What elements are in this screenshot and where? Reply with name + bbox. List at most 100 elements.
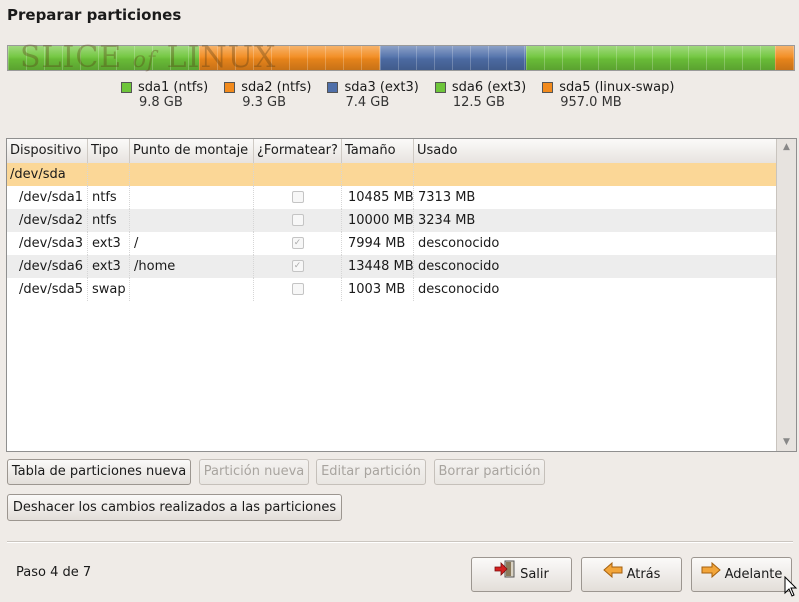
table-cell: /dev/sda3 [7,232,88,255]
legend-label: sda6 (ext3) [451,79,527,95]
table-cell: desconocido [414,278,777,301]
legend-swatch [434,81,446,93]
legend-size: 12.5 GB [452,95,505,110]
column-header[interactable]: Usado [414,139,777,163]
scroll-up-icon[interactable]: ▲ [777,139,796,156]
legend-item: sda6 (ext3) 12.5 GB [434,79,527,111]
undo-changes-button[interactable]: Deshacer los cambios realizados a las pa… [7,494,342,521]
partition-bar-segment [380,46,526,70]
partition-bar-segment [525,46,776,70]
format-checkbox[interactable] [291,191,304,203]
partition-bar [7,45,795,71]
table-cell [414,163,777,186]
table-cell: 7313 MB [414,186,777,209]
table-cell: 3234 MB [414,209,777,232]
legend-label: sda2 (ntfs) [241,79,312,95]
back-label: Atrás [626,567,661,582]
footer-separator [7,541,793,543]
legend-size: 9.3 GB [242,95,287,110]
table-cell: 1003 MB [342,278,414,301]
vertical-scrollbar[interactable]: ▲ ▼ [776,139,796,451]
step-indicator: Paso 4 de 7 [16,565,92,580]
column-header[interactable]: Punto de montaje [130,139,254,163]
table-cell: 7994 MB [342,232,414,255]
table-cell: ext3 [88,232,130,255]
column-header[interactable]: Dispositivo [7,139,88,163]
table-cell [254,209,342,232]
column-header[interactable]: ¿Formatear? [254,139,342,163]
new-partition-table-button[interactable]: Tabla de particiones nueva [7,459,191,485]
table-cell: swap [88,278,130,301]
table-row[interactable]: /dev/sda5 swap 1003 MB desconocido [7,278,777,301]
table-row-disk[interactable]: /dev/sda [7,163,777,186]
table-cell: desconocido [414,232,777,255]
column-header[interactable]: Tipo [88,139,130,163]
forward-button[interactable]: Adelante [691,557,792,592]
arrow-left-icon [602,558,623,591]
partition-bar-segment [8,46,199,70]
format-checkbox[interactable]: ✓ [291,260,304,272]
scroll-down-icon[interactable]: ▼ [777,434,796,451]
format-checkbox[interactable]: ✓ [291,237,304,249]
back-button[interactable]: Atrás [581,557,682,592]
table-body[interactable]: /dev/sda/dev/sda1 ntfs 10485 MB 7313 MB/dev… [7,163,777,301]
legend-swatch [542,81,554,93]
table-row[interactable]: /dev/sda2 ntfs 10000 MB 3234 MB [7,209,777,232]
legend-item: sda2 (ntfs) 9.3 GB [224,79,311,111]
table-cell: 10485 MB [342,186,414,209]
table-cell: /home [130,255,254,278]
table-cell [130,186,254,209]
table-cell: ✓ [254,232,342,255]
quit-label: Salir [520,567,549,582]
table-cell [130,209,254,232]
table-cell: ext3 [88,255,130,278]
legend-item: sda1 (ntfs) 9.8 GB [121,79,208,111]
partition-table[interactable]: Dispositivo Tipo Punto de montaje ¿Formatea… [6,138,797,452]
legend-size: 9.8 GB [139,95,183,110]
table-cell: / [130,232,254,255]
mouse-pointer-icon [784,575,798,602]
table-cell [342,163,414,186]
table-row[interactable]: /dev/sda6 ext3/home ✓ 13448 MB desconocido [7,255,777,278]
table-cell: 10000 MB [342,209,414,232]
legend-size: 957.0 MB [560,95,622,110]
partition-legend: sda1 (ntfs) 9.8 GB sda2 (ntfs) 9.3 GB sda3 (… [121,79,690,111]
table-cell: ntfs [88,186,130,209]
legend-label: sda5 (linux-swap) [559,79,675,95]
table-row[interactable]: /dev/sda1 ntfs 10485 MB 7313 MB [7,186,777,209]
table-cell: /dev/sda5 [7,278,88,301]
table-cell [254,278,342,301]
legend-swatch [224,81,236,93]
format-checkbox[interactable] [291,283,304,295]
table-cell [130,278,254,301]
quit-button[interactable]: Salir [471,557,572,592]
table-cell: ✓ [254,255,342,278]
forward-label: Adelante [724,567,783,582]
partition-bar-segment [198,46,381,70]
table-cell: /dev/sda [7,163,88,186]
partition-bar-segment [775,46,794,70]
page-title: Preparar particiones [7,6,182,24]
delete-partition-button[interactable]: Borrar partición [434,459,545,485]
table-header: Dispositivo Tipo Punto de montaje ¿Formatea… [7,139,777,164]
legend-item: sda3 (ext3) 7.4 GB [327,79,419,111]
arrow-right-icon [701,558,721,591]
legend-label: sda1 (ntfs) [138,79,209,95]
table-cell [88,163,130,186]
table-cell [254,186,342,209]
table-cell [254,163,342,186]
edit-partition-button[interactable]: Editar partición [316,459,426,485]
legend-item: sda5 (linux-swap) 957.0 MB [542,79,674,111]
legend-swatch [327,81,339,93]
format-checkbox[interactable] [291,214,304,226]
legend-label: sda3 (ext3) [344,79,419,95]
table-cell: /dev/sda1 [7,186,88,209]
table-row[interactable]: /dev/sda3 ext3/ ✓ 7994 MB desconocido [7,232,777,255]
legend-swatch [121,81,132,93]
table-cell: ntfs [88,209,130,232]
legend-size: 7.4 GB [345,95,390,110]
column-header[interactable]: Tamaño [342,139,414,163]
table-cell [130,163,254,186]
new-partition-button[interactable]: Partición nueva [199,459,309,485]
table-cell: /dev/sda6 [7,255,88,278]
